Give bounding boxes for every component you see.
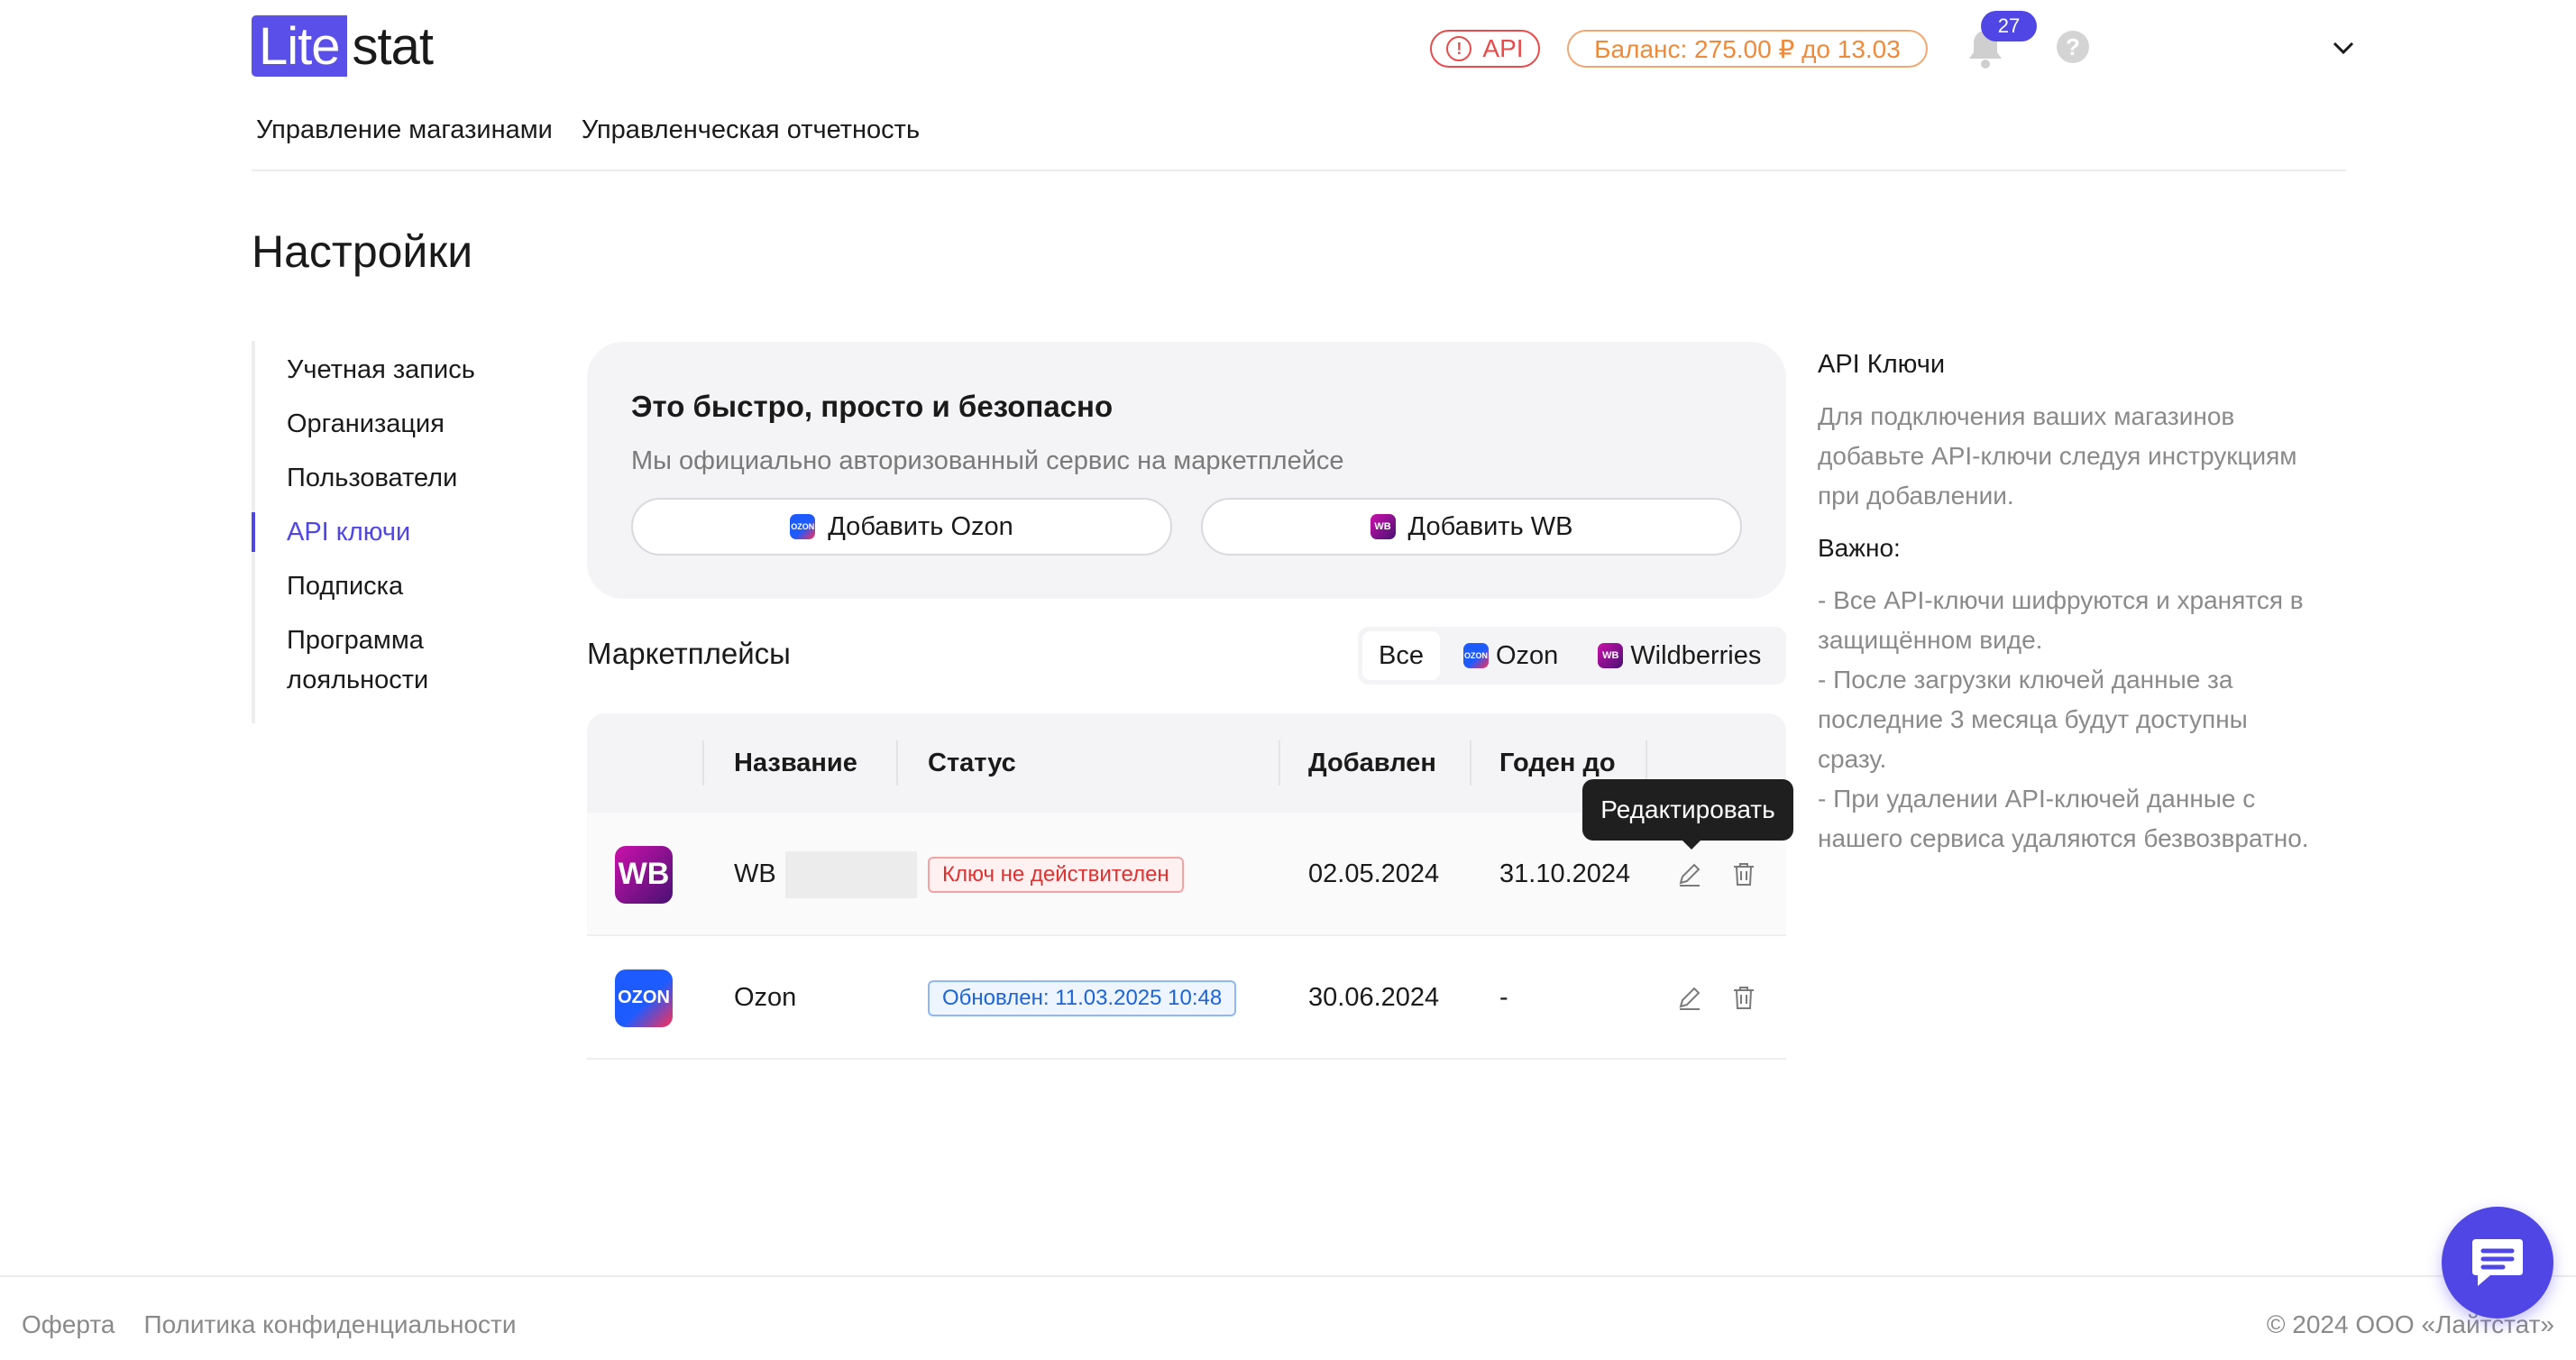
alert-circle-icon: !: [1446, 36, 1472, 61]
promo-title: Это быстро, просто и безопасно: [631, 390, 1114, 423]
sidemenu-item-subscription[interactable]: Подписка: [287, 566, 403, 606]
trash-icon[interactable]: [1730, 984, 1757, 1011]
privacy-link[interactable]: Политика конфиденциальности: [143, 1310, 516, 1339]
header-separator: [896, 740, 898, 786]
add-ozon-button[interactable]: OZON Добавить Ozon: [631, 498, 1172, 556]
marketplaces-title: Маркетплейсы: [587, 637, 791, 670]
api-status-badge[interactable]: ! API: [1430, 30, 1540, 68]
chevron-down-icon[interactable]: [2330, 34, 2357, 61]
filter-all[interactable]: Все: [1362, 631, 1440, 680]
column-added: Добавлен: [1308, 748, 1436, 777]
sidemenu-item-api-keys[interactable]: API ключи: [287, 512, 410, 552]
header-separator: [1279, 740, 1280, 786]
tooltip-arrow: [1681, 839, 1702, 850]
ozon-icon: OZON: [790, 514, 816, 539]
add-marketplace-card: Это быстро, просто и безопасно Мы официа…: [587, 342, 1786, 599]
settings-sidemenu: Учетная запись Организация Пользователи …: [252, 341, 486, 723]
edit-tooltip: Редактировать: [1582, 779, 1793, 841]
add-ozon-label: Добавить Ozon: [828, 511, 1013, 541]
edit-icon[interactable]: [1676, 860, 1703, 887]
header-separator: [702, 740, 704, 786]
wb-icon: WB: [1370, 514, 1396, 539]
edit-icon[interactable]: [1676, 984, 1703, 1011]
chat-icon: [2472, 1239, 2523, 1286]
info-title: API Ключи: [1818, 350, 1946, 379]
column-status: Статус: [928, 748, 1016, 777]
marketplaces-table: Название Статус Добавлен Годен до WB WB …: [587, 713, 1786, 1060]
add-wb-label: Добавить WB: [1407, 511, 1573, 541]
sidemenu-item-loyalty[interactable]: Программа лояльности: [287, 620, 428, 700]
top-navigation: Управление магазинами Управленческая отч…: [256, 115, 920, 145]
logo-lite: Lite: [252, 15, 347, 77]
info-bullet: - Все API-ключи шифруются и хранятся в з…: [1818, 586, 2304, 654]
api-badge-label: API: [1482, 34, 1524, 62]
filter-ozon[interactable]: OZON Ozon: [1447, 631, 1574, 680]
notification-count-badge: 27: [1981, 11, 2037, 41]
redacted-store-name: [784, 850, 917, 898]
row-valid-until: -: [1499, 983, 1508, 1012]
row-added: 30.06.2024: [1308, 983, 1440, 1012]
sidemenu-active-indicator: [252, 512, 255, 552]
nav-divider: [252, 170, 2346, 171]
page-title: Настройки: [252, 226, 473, 277]
promo-subtitle: Мы официально авторизованный сервис на м…: [631, 446, 1344, 475]
table-row[interactable]: OZON Ozon Обновлен: 11.03.2025 10:48 30.…: [587, 936, 1786, 1060]
row-name: WB: [734, 859, 776, 888]
api-keys-info: API Ключи Для подключения ваших магазино…: [1818, 345, 2323, 859]
add-wb-button[interactable]: WB Добавить WB: [1201, 498, 1742, 556]
marketplace-filter: Все OZON Ozon WB Wildberries: [1358, 627, 1786, 685]
ozon-icon: OZON: [1462, 643, 1489, 668]
nav-management-reports[interactable]: Управленческая отчетность: [582, 115, 920, 145]
question-icon[interactable]: ?: [2057, 31, 2089, 63]
status-badge: Ключ не действителен: [928, 856, 1184, 893]
chat-button[interactable]: [2442, 1207, 2553, 1319]
footer-links: Оферта Политика конфиденциальности: [22, 1310, 517, 1339]
row-added: 02.05.2024: [1308, 859, 1440, 888]
filter-ozon-label: Ozon: [1495, 640, 1559, 670]
logo-stat: stat: [352, 16, 434, 76]
offer-link[interactable]: Оферта: [22, 1310, 115, 1339]
info-bullet: - После загрузки ключей данные за послед…: [1818, 666, 2248, 773]
filter-wildberries-label: Wildberries: [1630, 640, 1762, 670]
info-intro: Для подключения ваших магазинов добавьте…: [1818, 402, 2297, 510]
column-name: Название: [734, 748, 857, 777]
filter-all-label: Все: [1379, 640, 1424, 670]
sidemenu-item-users[interactable]: Пользователи: [287, 458, 457, 498]
info-bullet: - При удалении API-ключей данные с нашег…: [1818, 785, 2309, 852]
row-name: Ozon: [734, 983, 797, 1012]
wb-icon: WB: [1598, 643, 1624, 668]
litestat-logo[interactable]: Lite stat: [252, 15, 434, 77]
footer-divider: [0, 1275, 2576, 1277]
nav-store-management[interactable]: Управление магазинами: [256, 115, 553, 145]
sidemenu-item-organization[interactable]: Организация: [287, 404, 445, 444]
sidemenu-item-account[interactable]: Учетная запись: [287, 350, 475, 390]
status-badge: Обновлен: 11.03.2025 10:48: [928, 979, 1237, 1016]
trash-icon[interactable]: [1730, 860, 1757, 887]
filter-wildberries[interactable]: WB Wildberries: [1581, 631, 1777, 680]
header-separator: [1470, 740, 1471, 786]
balance-badge[interactable]: Баланс: 275.00 ₽ до 13.03: [1567, 30, 1928, 68]
ozon-logo: OZON: [615, 969, 673, 1027]
wb-logo: WB: [615, 845, 673, 904]
info-important-label: Важно:: [1818, 534, 1901, 562]
